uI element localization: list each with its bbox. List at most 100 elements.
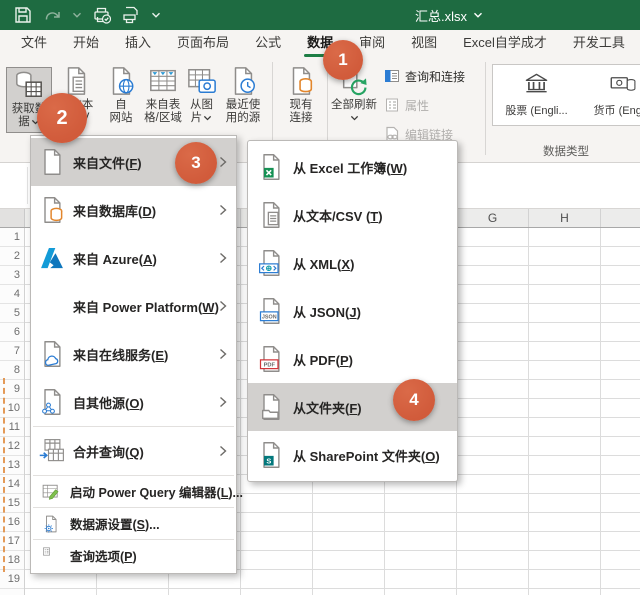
menu-item-from-pdf[interactable]: PDF从 PDF(P) — [248, 335, 457, 383]
file-folder-icon — [256, 392, 286, 422]
step-circle-2: 2 — [37, 93, 87, 143]
document-title[interactable]: 汇总.xlsx — [415, 0, 483, 30]
column-header-H[interactable]: H — [529, 209, 601, 227]
from-table-icon — [148, 66, 178, 96]
menu-item-from-online-services[interactable]: 来自在线服务(E) — [31, 330, 236, 378]
stocks-english-data-type[interactable]: 股票 (Engli... — [493, 65, 580, 125]
button-label: 来自表格/区域 — [144, 99, 182, 125]
file-text-icon — [256, 200, 286, 230]
printer-approve-icon[interactable] — [93, 6, 111, 24]
tab-Excel自学成才[interactable]: Excel自学成才 — [450, 30, 560, 57]
row-header-1[interactable]: 1 — [0, 228, 24, 247]
button-label: 从图片 — [190, 99, 213, 125]
chevron-right-icon — [219, 156, 227, 168]
tab-文件[interactable]: 文件 — [8, 30, 60, 57]
menu-item-from-excel-workbook[interactable]: 从 Excel 工作簿(W) — [248, 143, 457, 191]
properties-button: 属性 — [384, 94, 484, 116]
menu-item-from-database[interactable]: 来自数据库(D) — [31, 186, 236, 234]
caret-down-icon[interactable] — [151, 12, 161, 18]
name-box[interactable] — [0, 167, 28, 204]
ribbon-tab-row: 文件开始插入页面布局公式数据审阅视图Excel自学成才开发工具 — [0, 30, 640, 57]
chevron-right-icon — [219, 252, 227, 264]
menu-item-data-source-settings[interactable]: 数据源设置(S)... — [31, 508, 236, 539]
row-header-7[interactable]: 7 — [0, 342, 24, 361]
excel-window: ABCDEFGH 12345678910111213141516171819 汇… — [0, 0, 640, 595]
existing-connections-button[interactable]: 现有连接 — [278, 66, 324, 136]
row-header-5[interactable]: 5 — [0, 304, 24, 323]
stocks-icon — [523, 71, 550, 98]
row-header-2[interactable]: 2 — [0, 247, 24, 266]
menu-item-from-other-sources[interactable]: 自其他源(O) — [31, 378, 236, 426]
row-header-4[interactable]: 4 — [0, 285, 24, 304]
currency-icon — [610, 71, 637, 98]
from-web-button[interactable]: 自网站 — [101, 66, 141, 136]
azure-icon — [38, 243, 66, 273]
svg-text:JSON: JSON — [262, 315, 277, 321]
button-label: 最近使用的源 — [226, 99, 261, 125]
print-preview-icon[interactable] — [122, 6, 140, 24]
svg-text:S: S — [266, 457, 271, 466]
row-header-19[interactable]: 19 — [0, 570, 24, 589]
row-header-3[interactable]: 3 — [0, 266, 24, 285]
tab-label: 插入 — [125, 35, 151, 50]
from-web-icon — [106, 66, 136, 96]
from-table-range-button[interactable]: 来自表格/区域 — [141, 66, 185, 136]
menu-item-launch-power-query-editor[interactable]: 启动 Power Query 编辑器(L)... — [31, 476, 236, 507]
menu-item-from-xml[interactable]: 从 XML(X) — [248, 239, 457, 287]
file-sharepoint-icon: S — [256, 440, 286, 470]
from-text-csv-icon — [61, 66, 91, 96]
tab-插入[interactable]: 插入 — [112, 30, 164, 57]
tab-label: 视图 — [411, 35, 437, 50]
tab-公式[interactable]: 公式 — [242, 30, 294, 57]
tab-label: 公式 — [255, 35, 281, 50]
step-circle-3: 3 — [175, 142, 217, 184]
tab-开始[interactable]: 开始 — [60, 30, 112, 57]
file-pdf-icon: PDF — [256, 344, 286, 374]
title-bar: 汇总.xlsx — [0, 0, 640, 30]
menu-item-label: 自其他源(O) — [73, 393, 144, 412]
menu-item-label: 从 JSON(J) — [293, 302, 361, 321]
save-icon[interactable] — [14, 6, 32, 24]
select-all-corner[interactable] — [0, 209, 25, 227]
menu-item-query-options[interactable]: 查询选项(P) — [31, 540, 236, 571]
menu-item-combine-queries[interactable]: 合并查询(Q) — [31, 427, 236, 475]
row-header-6[interactable]: 6 — [0, 323, 24, 342]
menu-item-from-sharepoint-folder[interactable]: S从 SharePoint 文件夹(O) — [248, 431, 457, 479]
menu-item-label: 从 Excel 工作簿(W) — [293, 158, 407, 177]
menu-item-label: 查询选项(P) — [70, 546, 137, 565]
menu-item-from-azure[interactable]: 来自 Azure(A) — [31, 234, 236, 282]
file-blank-icon — [38, 147, 66, 177]
tab-视图[interactable]: 视图 — [398, 30, 450, 57]
properties-icon — [384, 97, 400, 113]
tab-开发工具[interactable]: 开发工具 — [560, 30, 638, 57]
currency-english-data-type[interactable]: 货币 (Engl... — [580, 65, 640, 125]
quick-access-toolbar — [14, 6, 161, 24]
menu-item-from-power-platform[interactable]: 来自 Power Platform(W) — [31, 282, 236, 330]
step-circle-4: 4 — [393, 379, 435, 421]
caret-down-icon — [350, 115, 359, 121]
tab-页面布局[interactable]: 页面布局 — [164, 30, 242, 57]
menu-item-label: 从文件夹(F) — [293, 398, 362, 417]
file-database-icon — [38, 195, 66, 225]
column-header-G[interactable]: G — [457, 209, 529, 227]
menu-item-label: 来自数据库(D) — [73, 201, 156, 220]
file-nodes-icon — [38, 387, 66, 417]
pq-editor-icon — [41, 482, 61, 502]
from-picture-button[interactable]: 从图片 — [185, 66, 218, 136]
from-file-submenu: 从 Excel 工作簿(W) 从文本/CSV (T)从 XML(X) JSON 从 J… — [247, 140, 458, 482]
menu-item-label: 合并查询(Q) — [73, 442, 144, 461]
chevron-right-icon — [219, 445, 227, 457]
button-label: 自网站 — [110, 99, 133, 125]
menu-item-from-json[interactable]: JSON 从 JSON(J) — [248, 287, 457, 335]
menu-item-from-text-csv[interactable]: 从文本/CSV (T) — [248, 191, 457, 239]
recent-sources-button[interactable]: 最近使用的源 — [218, 66, 268, 136]
menu-item-label: 启动 Power Query 编辑器(L)... — [70, 482, 243, 501]
document-title-text: 汇总.xlsx — [415, 6, 467, 25]
chevron-down-icon — [473, 12, 483, 18]
queries-and-connections-button[interactable]: 查询和连接 — [384, 65, 484, 87]
file-xml-icon — [256, 248, 286, 278]
step-circle-1: 1 — [323, 40, 363, 80]
menu-item-label: 来自 Power Platform(W) — [73, 297, 219, 316]
tab-label: 审阅 — [359, 35, 385, 50]
chevron-right-icon — [219, 300, 227, 312]
